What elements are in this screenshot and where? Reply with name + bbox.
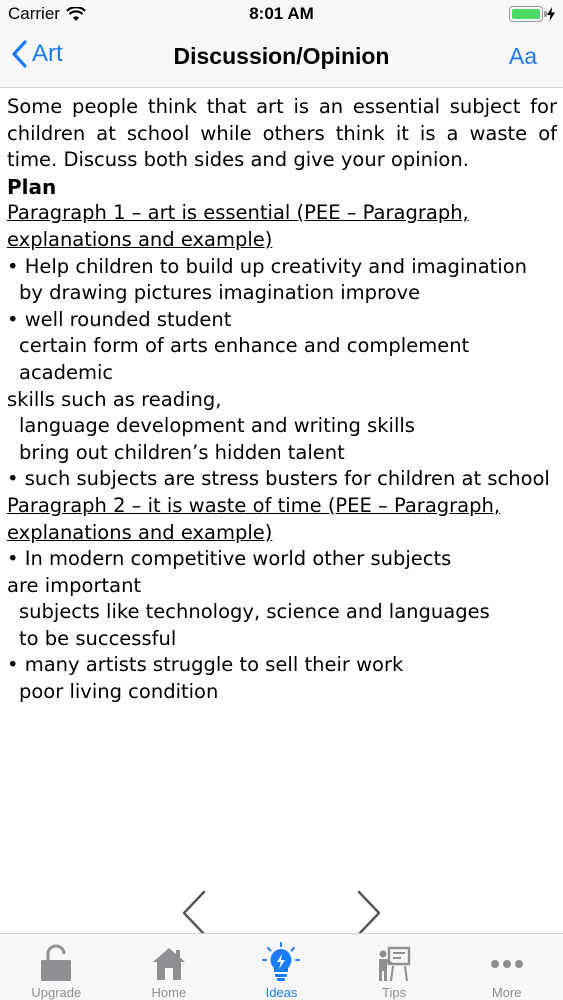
plan-line: • In modern competitive world other subj… <box>7 547 452 571</box>
plan-line: • many artists struggle to sell their wo… <box>7 653 404 677</box>
battery-level <box>512 9 540 19</box>
plan-line: • well rounded student <box>7 307 232 331</box>
tab-home[interactable]: Home <box>113 934 226 1000</box>
tab-label: More <box>491 985 522 1000</box>
plan-line: subjects like technology, science and la… <box>19 600 490 624</box>
tab-label: Ideas <box>265 985 298 1000</box>
plan-line: • such subjects are stress busters for c… <box>7 467 550 491</box>
plan-line: bring out children’s hidden talent <box>19 440 345 464</box>
charging-bolt-icon <box>547 7 555 21</box>
tab-label: Tips <box>382 985 407 1000</box>
plan-line: certain form of arts enhance and complem… <box>19 334 470 384</box>
essay-content: Some people think that art is an essenti… <box>7 94 557 706</box>
paragraph-heading: Paragraph 2 – it is waste of time (PEE –… <box>7 493 501 544</box>
plan-line: poor living condition <box>19 680 219 704</box>
tab-ideas[interactable]: Ideas <box>225 934 338 1000</box>
battery-icon <box>509 6 547 22</box>
font-size-button[interactable]: Aa <box>509 43 537 70</box>
house-icon <box>152 948 185 980</box>
plan-line: are important <box>7 573 142 597</box>
clock: 8:01 AM <box>249 4 314 23</box>
chevron-left-icon <box>182 890 206 936</box>
tab-tips[interactable]: Tips <box>338 934 451 1000</box>
tab-label: Upgrade <box>31 985 82 1000</box>
status-bar: Carrier 8:01 AM <box>0 0 563 30</box>
plan-line: • Help children to build up creativity a… <box>7 254 528 278</box>
plan-line: by drawing pictures imagination improve <box>19 281 421 305</box>
chevron-right-icon <box>357 890 381 936</box>
lock-icon <box>41 944 72 981</box>
navigation-bar: Art Discussion/Opinion Aa <box>0 30 563 88</box>
plan-heading: Plan <box>7 174 57 199</box>
paragraph-heading: Paragraph 1 – art is essential (PEE – Pa… <box>7 201 469 251</box>
page-title: Discussion/Opinion <box>173 43 390 69</box>
battery-indicator <box>509 6 555 22</box>
plan-sections: Paragraph 1 – art is essential (PEE – Pa… <box>7 200 557 705</box>
lightbulb-icon <box>262 942 301 981</box>
plan-line: to be successful <box>19 626 177 650</box>
plan-line: language development and writing skills <box>19 414 415 438</box>
tab-label: Home <box>151 985 187 1000</box>
plan-line: skills such as reading, <box>7 387 222 411</box>
teacher-board-icon <box>379 946 411 982</box>
tab-more[interactable]: More <box>450 934 563 1000</box>
tab-bar: Upgrade Home Ideas Tips More <box>0 933 563 1000</box>
more-dots-icon <box>490 960 523 968</box>
tab-upgrade[interactable]: Upgrade <box>0 934 113 1000</box>
page-navigator <box>0 890 563 938</box>
essay-prompt: Some people think that art is an essenti… <box>7 95 557 172</box>
